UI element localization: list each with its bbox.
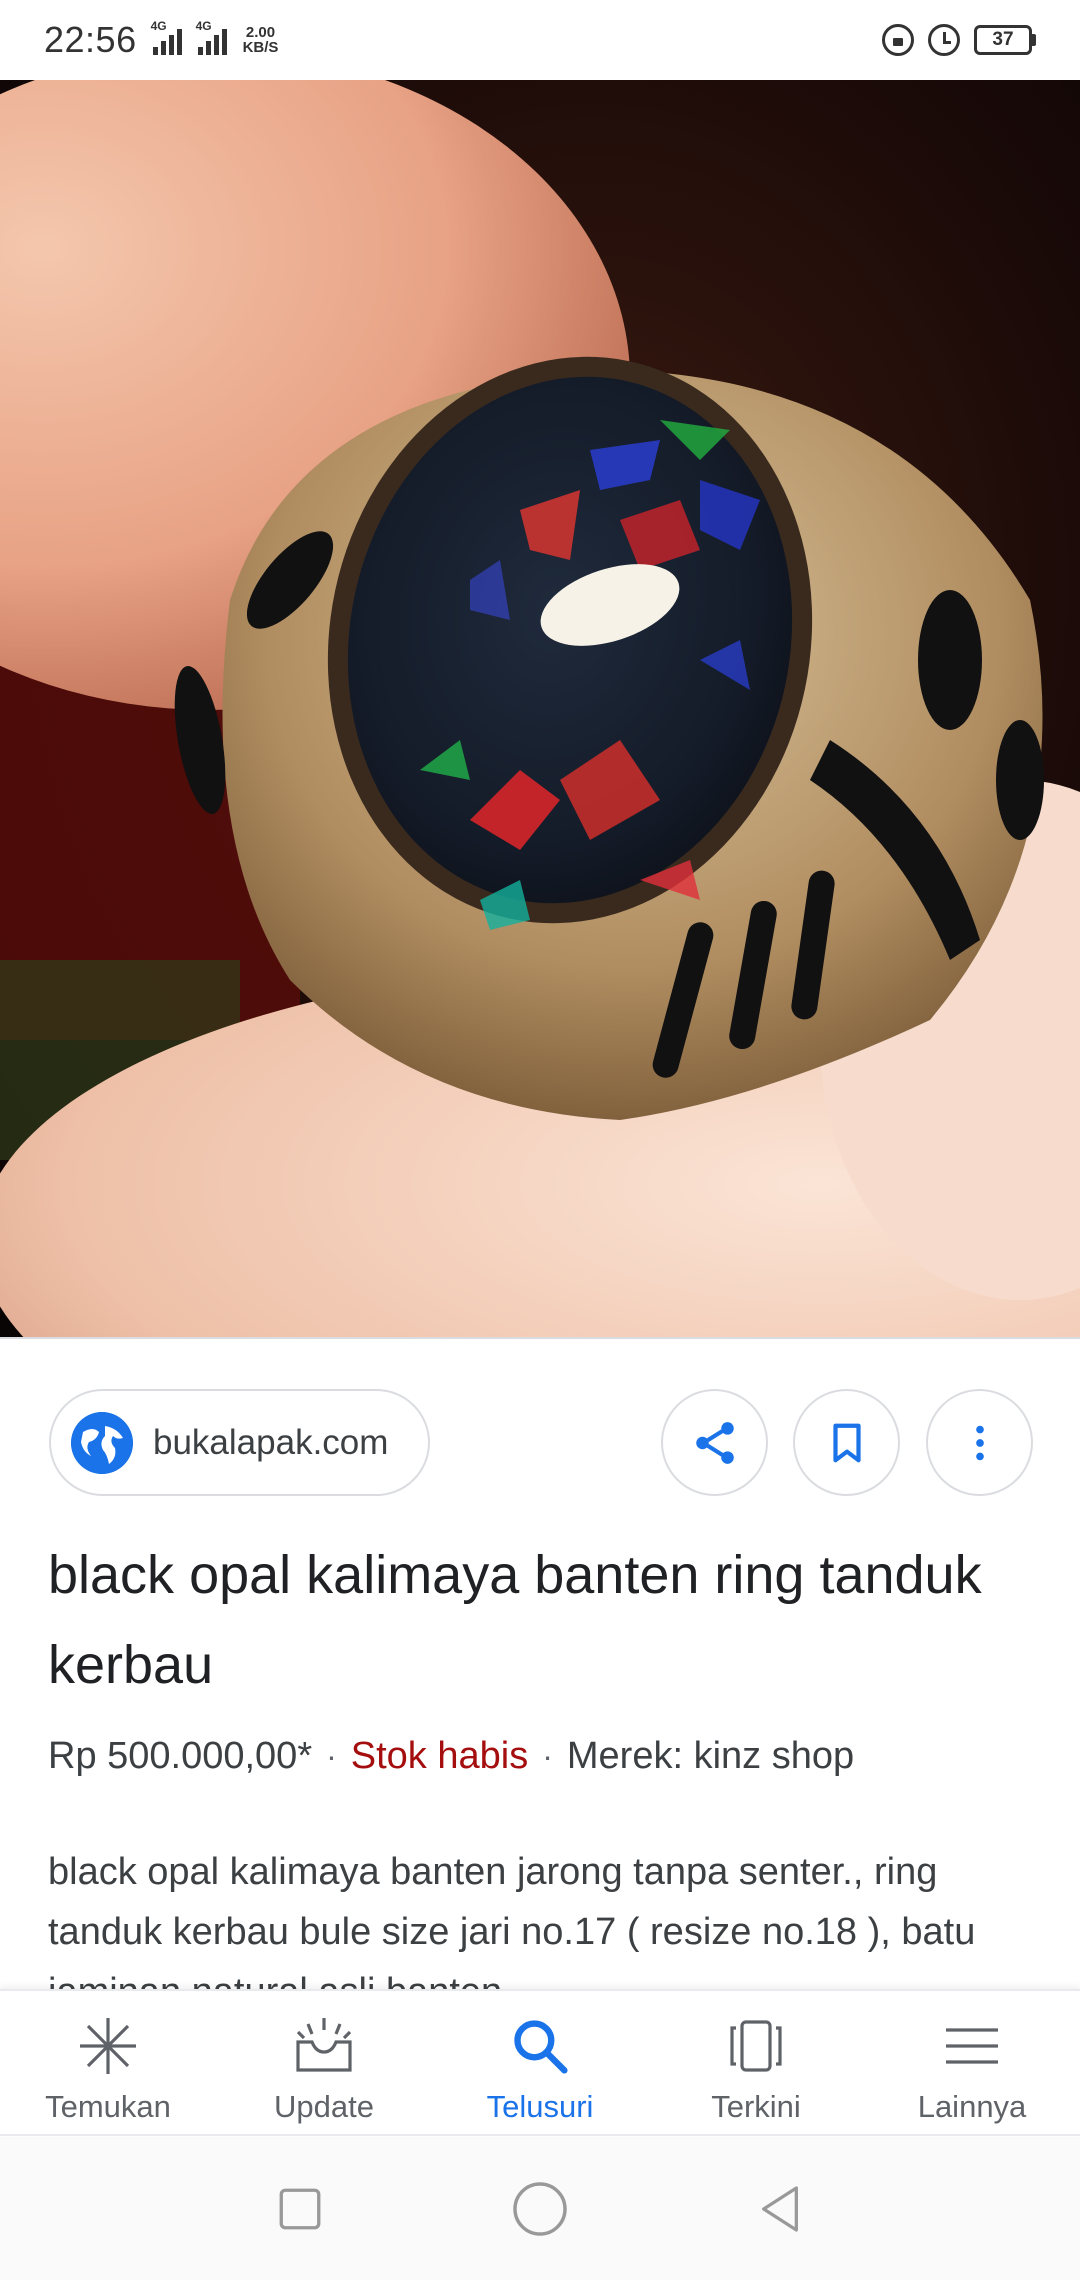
inbox-icon [291, 2013, 357, 2079]
stock-status: Stok habis [350, 1735, 529, 1777]
network-speed: 2.00 KB/S [242, 24, 279, 56]
status-time: 22:56 [44, 19, 137, 60]
system-nav-bar [0, 2137, 1080, 2280]
separator: · [542, 1738, 553, 1774]
bookmark-icon [832, 1423, 861, 1462]
price: Rp 500.000,00* [48, 1735, 313, 1777]
source-chip[interactable]: bukalapak.com [49, 1389, 430, 1496]
result-meta: Rp 500.000,00* · Stok habis · Merek: kin… [48, 1735, 854, 1778]
nav-terkini[interactable]: Terkini [648, 1991, 864, 2134]
bottom-navigation: Temukan Update Telusuri Terkini Lainnya [0, 1989, 1080, 2136]
more-vert-icon [975, 1425, 984, 1460]
divider [0, 1337, 1080, 1339]
nav-label: Update [274, 2089, 374, 2124]
nav-label: Temukan [45, 2089, 171, 2124]
brand: Merek: kinz shop [566, 1735, 855, 1777]
alarm-icon [928, 24, 960, 56]
result-title[interactable]: black opal kalimaya banten ring tanduk k… [48, 1530, 1038, 1710]
status-bar: 22:56 4G 4G 2.00 KB/S 37 [0, 0, 1080, 80]
source-domain: bukalapak.com [153, 1422, 389, 1462]
result-description: black opal kalimaya banten jarong tanpa … [48, 1851, 976, 1992]
nav-label: Telusuri [486, 2089, 594, 2124]
bookmark-button[interactable] [793, 1389, 900, 1496]
menu-icon [939, 2013, 1005, 2079]
recent-apps-button[interactable] [260, 2169, 340, 2249]
signal-icon: 4G [196, 19, 227, 55]
signal-icon: 4G [151, 19, 182, 55]
nav-label: Lainnya [917, 2089, 1027, 2124]
back-button[interactable] [740, 2169, 820, 2249]
rotation-lock-icon [882, 24, 914, 56]
recent-cards-icon [723, 2013, 789, 2079]
more-options-button[interactable] [926, 1389, 1033, 1496]
home-button[interactable] [500, 2169, 580, 2249]
circle-icon [513, 2181, 567, 2236]
nav-label: Terkini [711, 2089, 801, 2124]
back-triangle-icon [762, 2185, 798, 2232]
battery-level: 37 [974, 25, 1032, 55]
globe-icon [71, 1411, 133, 1474]
product-image[interactable] [0, 80, 1080, 1337]
nav-temukan[interactable]: Temukan [0, 1991, 216, 2134]
share-icon [695, 1421, 734, 1464]
square-icon [279, 2188, 321, 2229]
search-icon [507, 2013, 573, 2079]
battery-icon: 37 [974, 25, 1036, 55]
nav-telusuri[interactable]: Telusuri [432, 1991, 648, 2134]
nav-lainnya[interactable]: Lainnya [864, 1991, 1080, 2134]
nav-update[interactable]: Update [216, 1991, 432, 2134]
share-button[interactable] [661, 1389, 768, 1496]
separator: · [326, 1738, 337, 1774]
asterisk-icon [75, 2013, 141, 2079]
